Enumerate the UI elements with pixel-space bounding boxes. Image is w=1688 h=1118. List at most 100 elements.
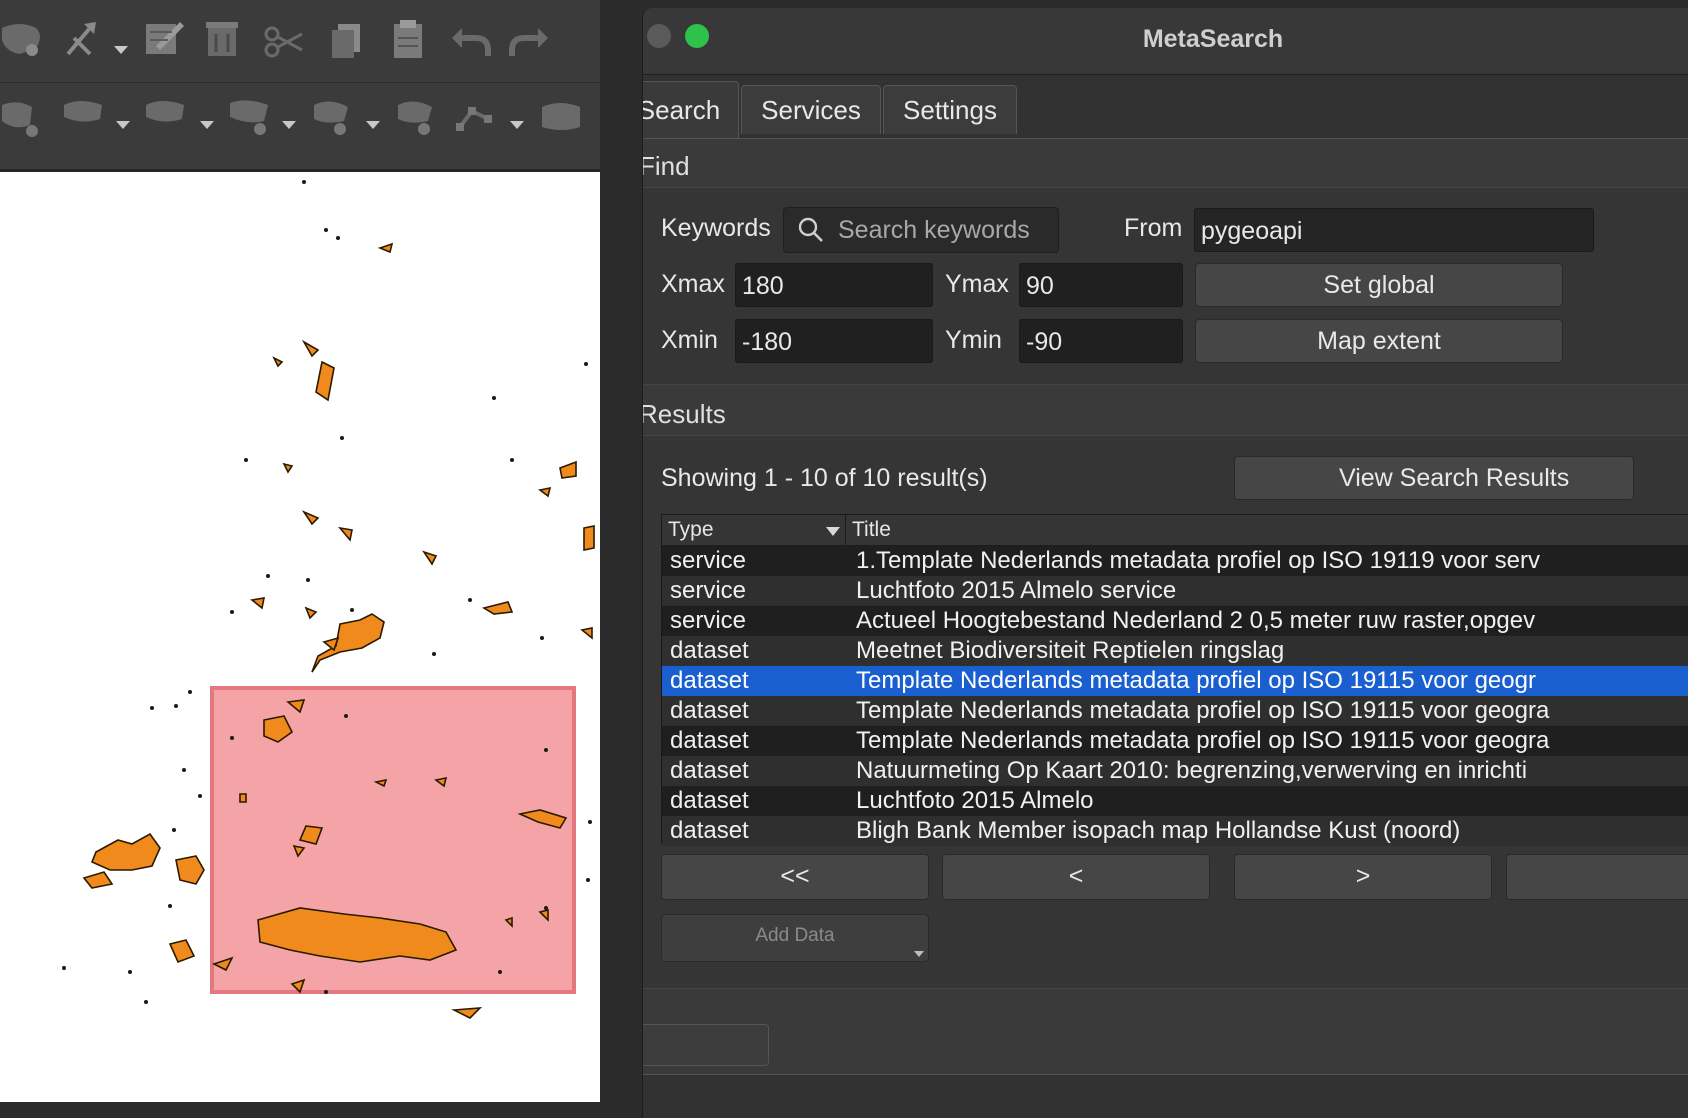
- search-placeholder: Search keywords: [838, 216, 1030, 244]
- view-search-results-label: View Search Results: [1339, 464, 1570, 492]
- cell-title: Template Nederlands metadata profiel op …: [856, 697, 1550, 724]
- table-row[interactable]: dataset Meetnet Biodiversiteit Reptielen …: [662, 636, 1688, 666]
- cut-icon[interactable]: [262, 20, 306, 64]
- layer-style-icon[interactable]: [0, 18, 44, 62]
- ymax-field[interactable]: 90: [1019, 263, 1183, 307]
- map-extent-button[interactable]: Map extent: [1195, 319, 1563, 363]
- table-row[interactable]: service Luchtfoto 2015 Almelo service: [662, 576, 1688, 606]
- paste-icon[interactable]: [386, 16, 430, 60]
- tab-search[interactable]: Search: [643, 81, 739, 139]
- map-features: [62, 180, 595, 1019]
- undo-icon[interactable]: [448, 20, 492, 64]
- shape-tool-icon[interactable]: [144, 93, 188, 137]
- shape-tool-icon[interactable]: [310, 95, 354, 139]
- shape-tool-icon[interactable]: [62, 93, 106, 137]
- results-summary: Showing 1 - 10 of 10 result(s): [661, 464, 988, 492]
- title-bar[interactable]: MetaSearch: [643, 8, 1688, 75]
- previous-page-button[interactable]: <: [942, 854, 1210, 900]
- results-table[interactable]: Type Title service 1.Template Nederlands …: [661, 514, 1688, 846]
- column-header-type[interactable]: Type: [662, 515, 846, 545]
- column-header-title[interactable]: Title: [846, 515, 1688, 545]
- table-row[interactable]: service Actueel Hoogtebestand Nederland 2…: [662, 606, 1688, 636]
- copy-icon[interactable]: [324, 18, 368, 62]
- cell-type: service: [670, 547, 747, 574]
- chevron-down-icon[interactable]: [282, 121, 296, 129]
- table-row[interactable]: dataset Template Nederlands metadata prof…: [662, 726, 1688, 756]
- cell-type: dataset: [670, 787, 749, 814]
- results-section-label: Results: [642, 399, 726, 429]
- cell-type: dataset: [670, 757, 749, 784]
- chevron-down-icon[interactable]: [200, 121, 214, 129]
- table-row[interactable]: dataset Natuurmeting Op Kaart 2010: begre…: [662, 756, 1688, 786]
- edit-pencil-icon[interactable]: [142, 16, 186, 60]
- table-row[interactable]: dataset Template Nederlands metadata prof…: [662, 666, 1688, 696]
- chevron-down-icon[interactable]: [114, 46, 128, 54]
- cell-title: Luchtfoto 2015 Almelo: [856, 787, 1094, 814]
- ymax-label: Ymax: [945, 270, 1009, 298]
- map-canvas[interactable]: [0, 172, 600, 1102]
- close-button[interactable]: [643, 1024, 769, 1066]
- xmin-field[interactable]: -180: [735, 319, 933, 363]
- cell-type: dataset: [670, 667, 749, 694]
- add-data-button[interactable]: Add Data: [661, 914, 929, 962]
- from-service-select[interactable]: pygeoapi: [1194, 208, 1594, 252]
- table-header: Type Title: [662, 515, 1688, 546]
- cell-type: service: [670, 577, 747, 604]
- cell-type: dataset: [670, 727, 749, 754]
- chevron-down-icon: [914, 951, 924, 957]
- chevron-down-icon[interactable]: [366, 121, 380, 129]
- last-page-button[interactable]: [1506, 854, 1688, 900]
- qgis-window: [0, 0, 600, 1102]
- cell-type: dataset: [670, 817, 749, 844]
- chevron-down-icon[interactable]: [510, 121, 524, 129]
- find-group: Keywords Search keywords From pygeoapi X…: [643, 187, 1688, 385]
- window-title: MetaSearch: [1142, 25, 1284, 53]
- ymin-field[interactable]: -90: [1019, 319, 1183, 363]
- keywords-label: Keywords: [661, 214, 771, 242]
- chevron-down-icon[interactable]: [116, 121, 130, 129]
- cell-title: 1.Template Nederlands metadata profiel o…: [856, 547, 1540, 574]
- delete-icon[interactable]: [200, 16, 244, 60]
- cell-title: Bligh Bank Member isopach map Hollandse …: [856, 817, 1461, 844]
- next-page-button[interactable]: >: [1234, 854, 1492, 900]
- cell-title: Template Nederlands metadata profiel op …: [856, 667, 1536, 694]
- table-row[interactable]: service 1.Template Nederlands metadata pr…: [662, 546, 1688, 576]
- set-global-button[interactable]: Set global: [1195, 263, 1563, 307]
- first-page-button[interactable]: <<: [661, 854, 929, 900]
- table-row[interactable]: dataset Template Nederlands metadata prof…: [662, 696, 1688, 726]
- tab-services[interactable]: Services: [741, 85, 881, 134]
- cell-type: dataset: [670, 637, 749, 664]
- advanced-digitizing-toolbar: [0, 83, 600, 172]
- digitize-icon[interactable]: [60, 18, 104, 62]
- search-input[interactable]: Search keywords: [783, 207, 1059, 253]
- redo-icon[interactable]: [508, 20, 552, 64]
- xmax-field[interactable]: 180: [735, 263, 933, 307]
- cell-title: Meetnet Biodiversiteit Reptielen ringsla…: [856, 637, 1285, 664]
- shape-tool-icon[interactable]: [0, 97, 44, 141]
- view-search-results-button[interactable]: View Search Results: [1234, 456, 1634, 500]
- from-label: From: [1124, 214, 1183, 242]
- shape-tool-icon[interactable]: [394, 95, 438, 139]
- digitizing-toolbar: [0, 0, 600, 83]
- ymin-label: Ymin: [945, 326, 1002, 354]
- cell-title: Luchtfoto 2015 Almelo service: [856, 577, 1177, 604]
- search-icon: [798, 217, 823, 242]
- cell-type: dataset: [670, 697, 749, 724]
- cell-title: Natuurmeting Op Kaart 2010: begrenzing,v…: [856, 757, 1528, 784]
- xmin-label: Xmin: [661, 326, 718, 354]
- cell-title: Actueel Hoogtebestand Nederland 2 0,5 me…: [856, 607, 1536, 634]
- vertex-tool-icon[interactable]: [454, 97, 498, 141]
- tab-settings[interactable]: Settings: [883, 85, 1017, 134]
- xmax-label: Xmax: [661, 270, 725, 298]
- shape-tool-icon[interactable]: [540, 97, 584, 141]
- table-row[interactable]: dataset Luchtfoto 2015 Almelo: [662, 786, 1688, 816]
- results-group: Showing 1 - 10 of 10 result(s) View Sear…: [643, 435, 1688, 989]
- metasearch-dialog: MetaSearch Search Services Settings Find…: [642, 8, 1688, 1118]
- sort-descending-icon: [826, 527, 840, 536]
- table-row[interactable]: dataset Bligh Bank Member isopach map Hol…: [662, 816, 1688, 846]
- cell-type: service: [670, 607, 747, 634]
- shape-tool-icon[interactable]: [228, 95, 272, 139]
- find-section-label: Find: [642, 151, 690, 181]
- search-tab-pane: Find Keywords Search keywords From pygeo…: [642, 138, 1688, 1075]
- cell-title: Template Nederlands metadata profiel op …: [856, 727, 1550, 754]
